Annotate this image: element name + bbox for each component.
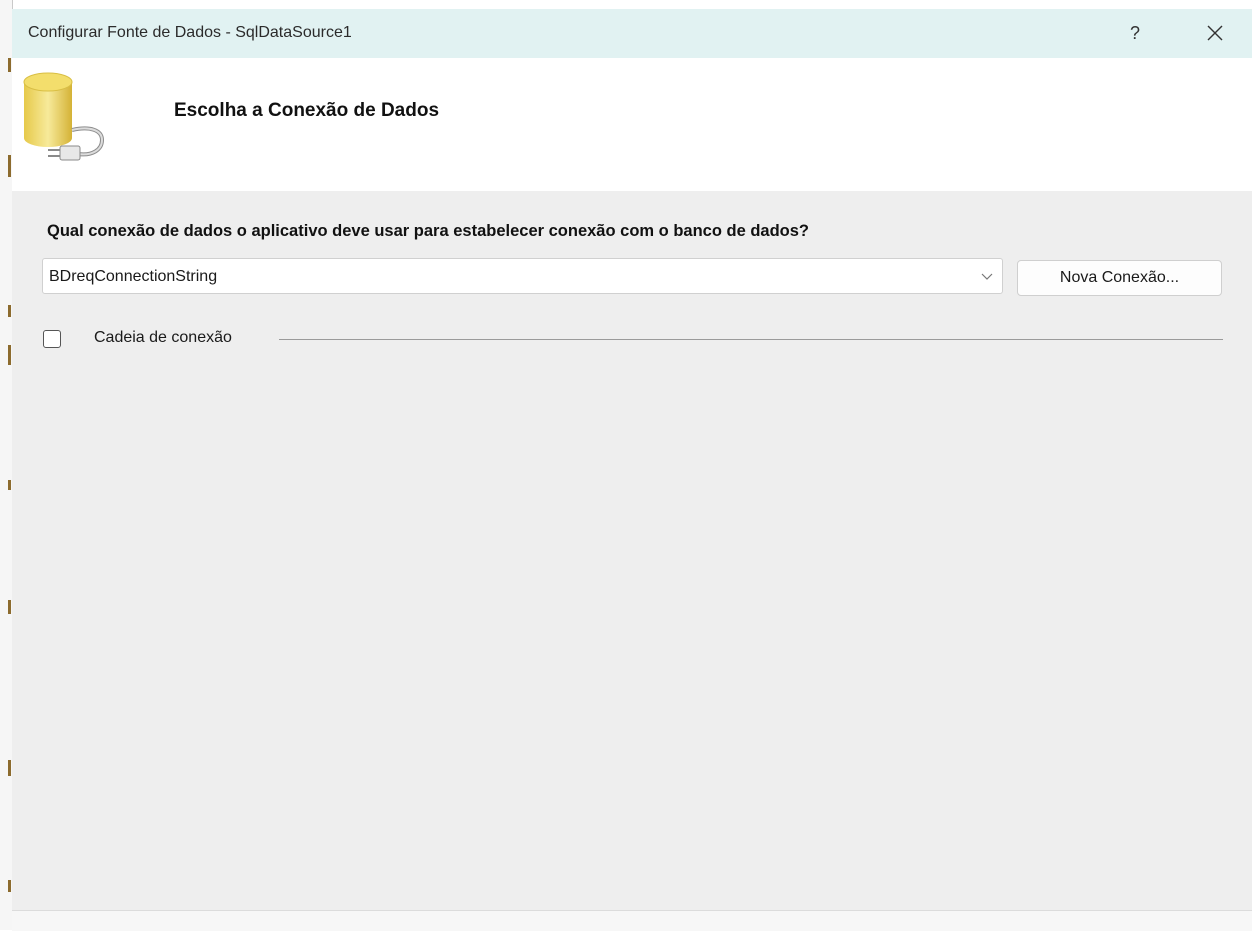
close-icon [1207,25,1223,41]
configure-data-source-dialog: Configurar Fonte de Dados - SqlDataSourc… [12,9,1252,931]
title-bar: Configurar Fonte de Dados - SqlDataSourc… [12,9,1252,58]
connection-string-checkbox[interactable] [43,330,61,348]
dialog-title: Configurar Fonte de Dados - SqlDataSourc… [28,24,352,41]
group-divider [279,339,1223,340]
connection-select-value: BDreqConnectionString [49,268,218,285]
connection-question-label: Qual conexão de dados o aplicativo deve … [47,222,810,240]
connection-select[interactable]: BDreqConnectionString [42,258,1003,294]
help-button[interactable]: ? [1117,15,1153,51]
close-button[interactable] [1197,15,1233,51]
chevron-down-icon [981,273,993,280]
connection-string-label: Cadeia de conexão [94,329,232,346]
new-connection-button[interactable]: Nova Conexão... [1017,260,1222,296]
page-title: Escolha a Conexão de Dados [174,100,440,121]
footer-strip [12,910,1252,931]
wizard-header: Escolha a Conexão de Dados [12,58,1252,191]
database-connection-icon [23,72,105,161]
